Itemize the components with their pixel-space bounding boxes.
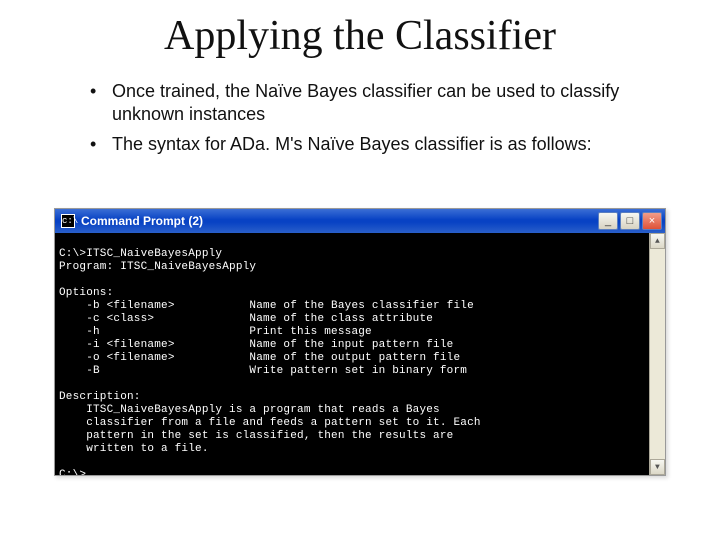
terminal-line: Program: ITSC_NaiveBayesApply <box>59 261 256 273</box>
terminal-line: C:\>ITSC_NaiveBayesApply <box>59 248 222 260</box>
close-button[interactable]: × <box>642 212 662 230</box>
scrollbar[interactable]: ▲ ▼ <box>649 233 665 475</box>
terminal-line: Description: <box>59 391 141 403</box>
slide: Applying the Classifier Once trained, th… <box>0 0 720 540</box>
minimize-button[interactable]: _ <box>598 212 618 230</box>
terminal-line: ITSC_NaiveBayesApply is a program that r… <box>59 404 440 416</box>
bullet-item: The syntax for ADa. M's Naïve Bayes clas… <box>90 133 650 156</box>
slide-title: Applying the Classifier <box>0 0 720 70</box>
command-prompt-window: c:\ Command Prompt (2) _ □ × C:\>ITSC_Na… <box>54 208 666 476</box>
terminal-line: written to a file. <box>59 443 209 455</box>
cmd-icon: c:\ <box>61 214 75 228</box>
terminal-output[interactable]: C:\>ITSC_NaiveBayesApply Program: ITSC_N… <box>55 233 665 475</box>
scroll-up-button[interactable]: ▲ <box>650 233 665 249</box>
terminal-line: Options: <box>59 287 113 299</box>
terminal-line: -c <class> Name of the class attribute <box>59 313 433 325</box>
terminal-line: -B Write pattern set in binary form <box>59 365 467 377</box>
terminal-line: classifier from a file and feeds a patte… <box>59 417 481 429</box>
window-controls: _ □ × <box>598 212 662 230</box>
maximize-button[interactable]: □ <box>620 212 640 230</box>
window-title: Command Prompt (2) <box>81 214 203 228</box>
terminal-line: C:\> <box>59 469 86 475</box>
scroll-down-button[interactable]: ▼ <box>650 459 665 475</box>
scroll-track[interactable] <box>650 249 665 459</box>
terminal-line: -i <filename> Name of the input pattern … <box>59 339 453 351</box>
terminal-line: pattern in the set is classified, then t… <box>59 430 453 442</box>
terminal-line: -o <filename> Name of the output pattern… <box>59 352 460 364</box>
titlebar[interactable]: c:\ Command Prompt (2) _ □ × <box>55 209 665 233</box>
terminal-line: -h Print this message <box>59 326 372 338</box>
titlebar-left: c:\ Command Prompt (2) <box>61 214 203 228</box>
bullet-item: Once trained, the Naïve Bayes classifier… <box>90 80 650 127</box>
bullet-list: Once trained, the Naïve Bayes classifier… <box>0 70 720 156</box>
terminal-line: -b <filename> Name of the Bayes classifi… <box>59 300 474 312</box>
